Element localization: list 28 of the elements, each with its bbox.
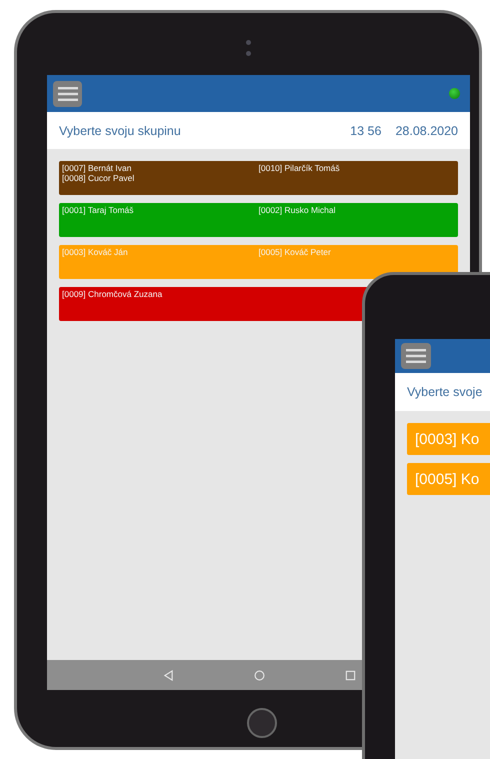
home-icon[interactable] — [254, 670, 265, 680]
member-name: [0002] Rusko Michal — [258, 205, 337, 215]
menu-button[interactable] — [53, 80, 82, 106]
member-item[interactable]: [0005] Ko — [407, 463, 490, 495]
status-dot-icon — [449, 88, 460, 99]
camera-icon — [246, 51, 250, 56]
menu-icon — [58, 86, 78, 100]
camera-icon — [246, 40, 250, 45]
back-icon[interactable] — [163, 670, 174, 680]
member-name: [0007] Bernát Ivan — [62, 163, 132, 173]
member-item[interactable]: [0003] Ko — [407, 423, 490, 455]
time-label: 13 56 — [350, 124, 382, 138]
screen-title: Vyberte svoju skupinu — [59, 124, 181, 138]
group-card[interactable]: [0007] Bernát Ivan [0008] Cucor Pavel [0010] Pilarčík Tomáš — [59, 161, 458, 195]
menu-button[interactable] — [401, 343, 431, 369]
member-name: [0005] Kováč Peter — [258, 247, 332, 257]
group-card[interactable]: [0001] Taraj Tomáš [0002] Rusko Michal — [59, 203, 458, 237]
recents-icon[interactable] — [345, 670, 356, 680]
menu-icon — [406, 349, 426, 363]
date-label: 28.08.2020 — [395, 124, 458, 138]
member-name: [0008] Cucor Pavel — [62, 173, 136, 183]
member-name: [0009] Chromčová Zuzana — [62, 289, 164, 299]
member-name: [0003] Kováč Ján — [62, 247, 129, 257]
group-card[interactable]: [0003] Kováč Ján [0005] Kováč Peter — [59, 245, 458, 279]
screen-title: Vyberte svoje — [407, 385, 482, 399]
home-button[interactable] — [247, 708, 277, 738]
member-name: [0001] Taraj Tomáš — [62, 205, 135, 215]
member-name: [0010] Pilarčík Tomáš — [258, 163, 341, 173]
